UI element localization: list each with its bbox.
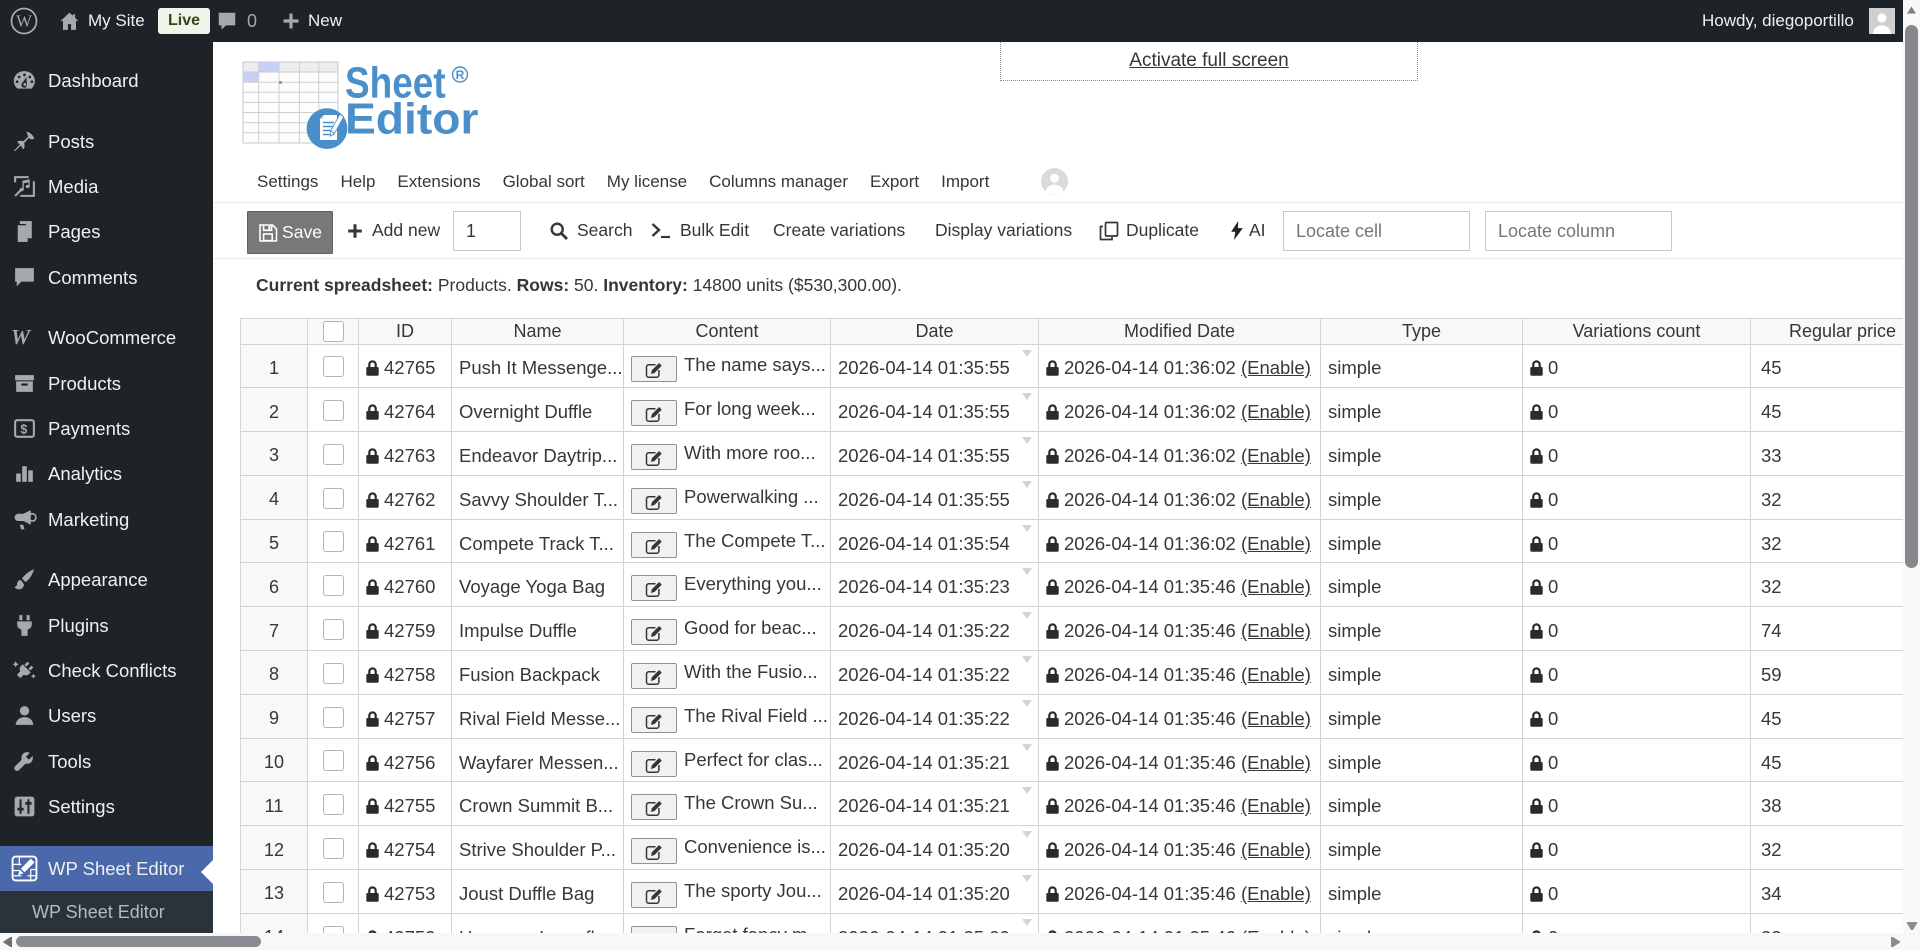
svg-text:W: W	[11, 325, 32, 349]
svg-text:W: W	[16, 12, 32, 31]
svg-text:Editor: Editor	[345, 94, 478, 144]
svg-text:$: $	[20, 423, 27, 437]
svg-text:R: R	[456, 68, 465, 82]
